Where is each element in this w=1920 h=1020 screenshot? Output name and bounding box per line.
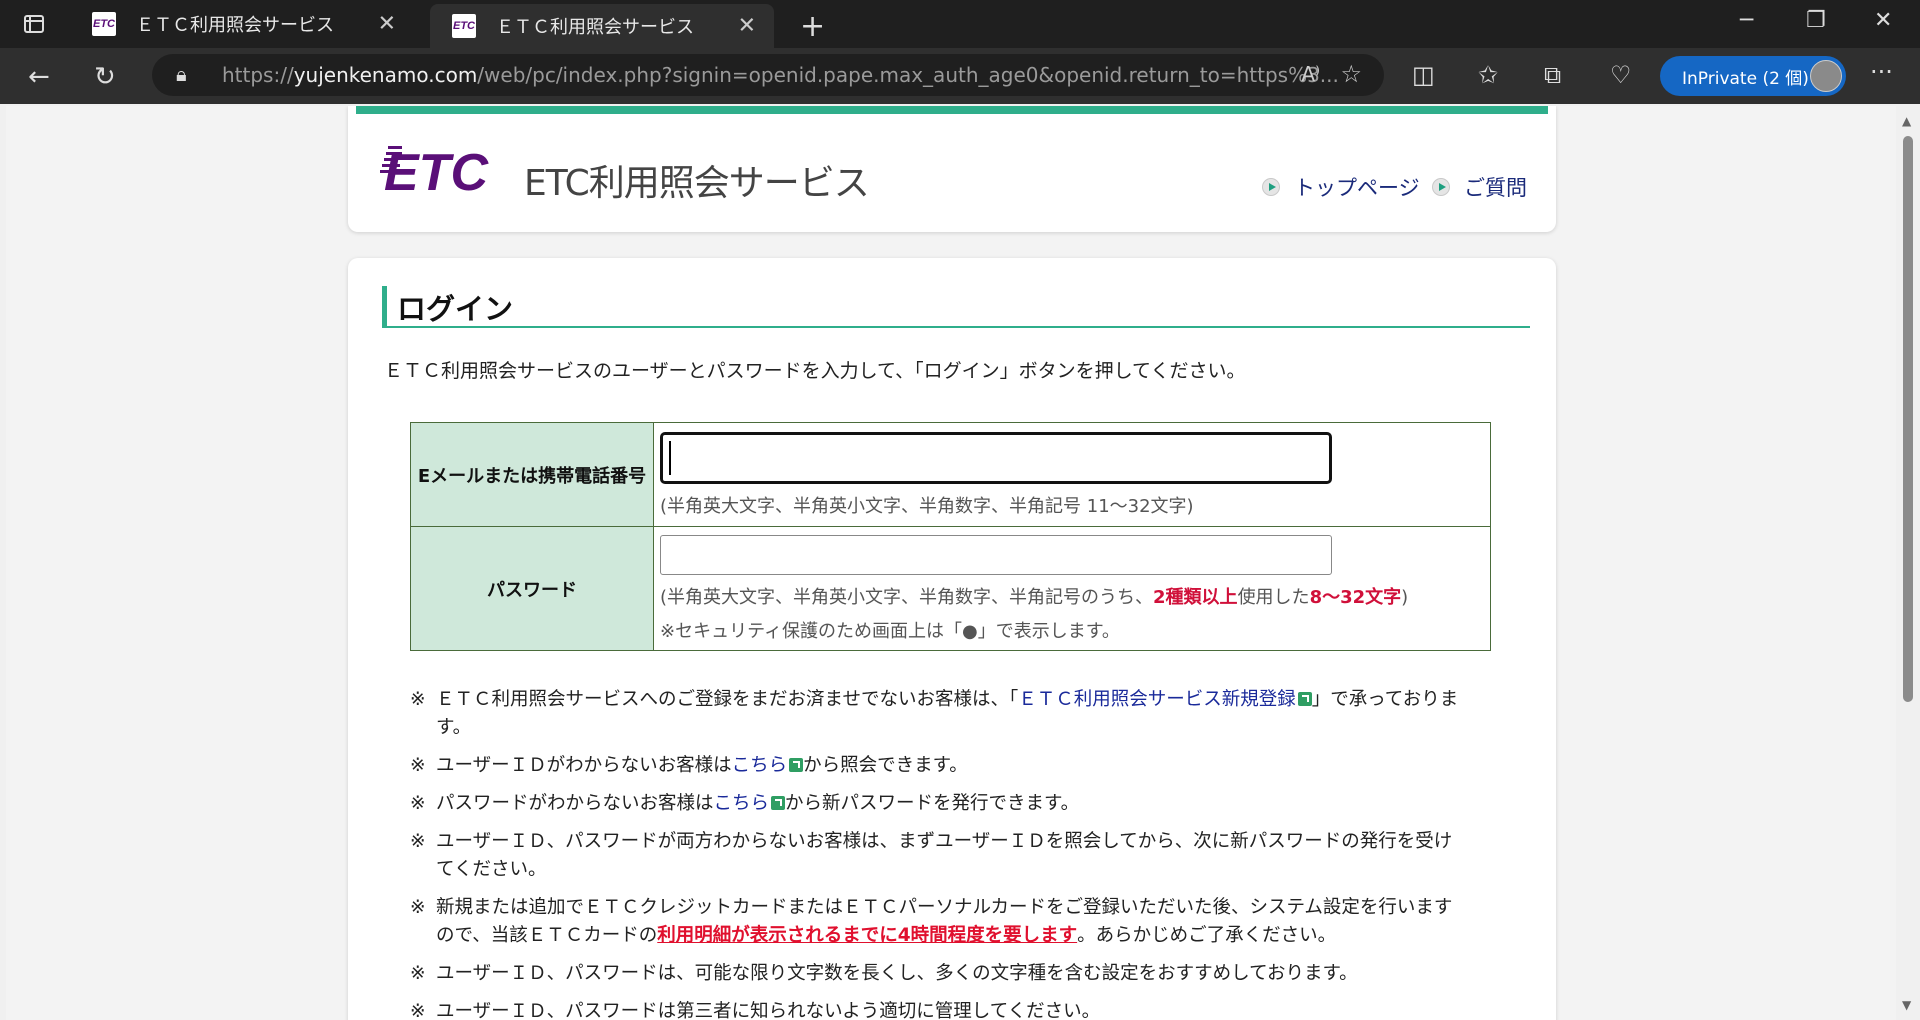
list-item: ※ ユーザーＩＤがわからないお客様はこちら から照会できます。: [410, 755, 968, 776]
logo-mark-text: ETC: [384, 144, 489, 196]
notes-list: ※ ＥＴＣ利用照会サービスへのご登録をまだお済ませでないお客様は、「ＥＴＣ利用照…: [410, 686, 1470, 1020]
email-label: Eメールまたは携帯電話番号: [410, 422, 654, 527]
more-menu-icon[interactable]: ···: [1870, 58, 1893, 86]
restore-icon[interactable]: ❐: [1806, 8, 1826, 33]
login-heading: ログイン: [382, 286, 1530, 328]
site-title: ETC利用照会サービス: [524, 163, 870, 204]
email-cell: (半角英大文字、半角英小文字、半角数字、半角記号 11～32文字): [653, 422, 1491, 527]
list-item: ※ ユーザーＩＤ、パスワードは第三者に知られないよう適切に管理してください。: [410, 1001, 1101, 1020]
arrow-bullet-icon: [1262, 178, 1280, 196]
password-cell: (半角英大文字、半角英小文字、半角数字、半角記号のうち、2種類以上使用した8～3…: [653, 526, 1491, 651]
etc-favicon-icon: ETC: [452, 14, 476, 38]
list-item: ※ ＥＴＣ利用照会サービスへのご登録をまだお済ませでないお客様は、「ＥＴＣ利用照…: [410, 689, 1459, 738]
minimize-icon[interactable]: ─: [1740, 8, 1753, 33]
email-field[interactable]: [660, 431, 1332, 484]
external-link-icon: [789, 758, 804, 772]
close-tab-icon[interactable]: ✕: [378, 12, 396, 37]
password-label: パスワード: [410, 526, 654, 651]
lock-icon[interactable]: 🔒︎: [176, 62, 187, 86]
browser-essentials-icon[interactable]: ♡: [1610, 61, 1632, 89]
login-card: ログイン ＥＴＣ利用照会サービスのユーザーとパスワードを入力して、「ログイン」ボ…: [348, 258, 1556, 1020]
page-viewport: ETC ETC利用照会サービス トップページ ご質問 ログイン ＥＴＣ利用照会サ…: [6, 106, 1896, 1020]
external-link-icon: [771, 796, 786, 810]
url-text: https://yujenkenamo.com/web/pc/index.php…: [222, 63, 1339, 87]
scrollbar-thumb[interactable]: [1903, 136, 1913, 702]
password-reset-link[interactable]: こちら: [714, 793, 786, 814]
list-item: ※ ユーザーＩＤ、パスワードは、可能な限り文字数を長くし、多くの文字種を含む設定を…: [410, 963, 1358, 984]
password-security-note: ※セキュリティ保護のため画面上は「●」で表示します。: [660, 620, 1120, 642]
header-accent-bar: [356, 106, 1548, 114]
password-field[interactable]: [660, 534, 1332, 575]
browser-tab-bar: ETC ＥＴＣ利用照会サービス ✕ ETC ＥＴＣ利用照会サービス ✕ + ─ …: [0, 0, 1920, 48]
browser-tab[interactable]: ETC ＥＴＣ利用照会サービス ✕: [70, 0, 414, 48]
external-link-icon: [1297, 692, 1312, 706]
faq-link[interactable]: ご質問: [1432, 172, 1527, 202]
site-header: ETC ETC利用照会サービス トップページ ご質問: [348, 106, 1556, 232]
back-icon[interactable]: ←: [28, 62, 50, 92]
inprivate-label: InPrivate (2 個): [1682, 68, 1809, 89]
scroll-up-icon[interactable]: ▲: [1902, 114, 1911, 128]
avatar: [1810, 60, 1842, 92]
faq-link-label: ご質問: [1464, 176, 1527, 200]
split-screen-icon[interactable]: ◫: [1412, 61, 1435, 89]
text-caret: [669, 440, 671, 475]
address-bar[interactable]: 🔒︎ https://yujenkenamo.com/web/pc/index.…: [152, 54, 1384, 96]
etc-favicon-icon: ETC: [92, 12, 116, 36]
list-item: ※ パスワードがわからないお客様はこちら から新パスワードを発行できます。: [410, 793, 1080, 814]
top-page-link-label: トップページ: [1294, 176, 1420, 200]
collections-icon[interactable]: ⧉: [1544, 61, 1561, 89]
inprivate-button[interactable]: InPrivate (2 個): [1660, 56, 1846, 96]
page-title: ログイン: [397, 292, 514, 326]
top-page-link[interactable]: トップページ: [1262, 172, 1420, 202]
refresh-icon[interactable]: ↻: [94, 62, 116, 92]
list-item: ※ 新規または追加でＥＴＣクレジットカードまたはＥＴＣパーソナルカードをご登録い…: [410, 897, 1453, 946]
new-tab-icon[interactable]: +: [800, 9, 825, 44]
arrow-bullet-icon: [1432, 178, 1450, 196]
tab-title: ＥＴＣ利用照会サービス: [136, 15, 334, 36]
email-hint: (半角英大文字、半角英小文字、半角数字、半角記号 11～32文字): [660, 495, 1194, 517]
tab-title: ＥＴＣ利用照会サービス: [496, 17, 694, 38]
list-item: ※ ユーザーＩＤ、パスワードが両方わからないお客様は、まずユーザーＩＤを照会してか…: [410, 831, 1453, 880]
browser-toolbar: ← ↻ 🔒︎ https://yujenkenamo.com/web/pc/in…: [0, 48, 1920, 104]
window-close-icon[interactable]: ✕: [1874, 8, 1892, 33]
close-tab-icon[interactable]: ✕: [738, 14, 756, 39]
scroll-down-icon[interactable]: ▼: [1902, 998, 1911, 1012]
page-scrollbar[interactable]: ▲ ▼: [1896, 106, 1920, 1020]
favorites-icon[interactable]: ✩: [1478, 61, 1498, 89]
browser-tab-active[interactable]: ETC ＥＴＣ利用照会サービス ✕: [430, 4, 774, 48]
favorite-star-icon[interactable]: ☆: [1340, 60, 1362, 88]
etc-logo-icon[interactable]: ETC: [378, 144, 500, 196]
new-registration-link[interactable]: ＥＴＣ利用照会サービス新規登録: [1018, 689, 1312, 710]
read-aloud-icon[interactable]: A⁾: [1301, 62, 1320, 86]
login-form-table: Eメールまたは携帯電話番号 (半角英大文字、半角英小文字、半角数字、半角記号 1…: [410, 422, 1491, 651]
tab-actions-icon[interactable]: [22, 12, 46, 36]
login-intro: ＥＴＣ利用照会サービスのユーザーとパスワードを入力して、「ログイン」ボタンを押し…: [384, 360, 1246, 382]
password-hint: (半角英大文字、半角英小文字、半角数字、半角記号のうち、2種類以上使用した8～3…: [660, 586, 1409, 608]
userid-lookup-link[interactable]: こちら: [732, 755, 804, 776]
